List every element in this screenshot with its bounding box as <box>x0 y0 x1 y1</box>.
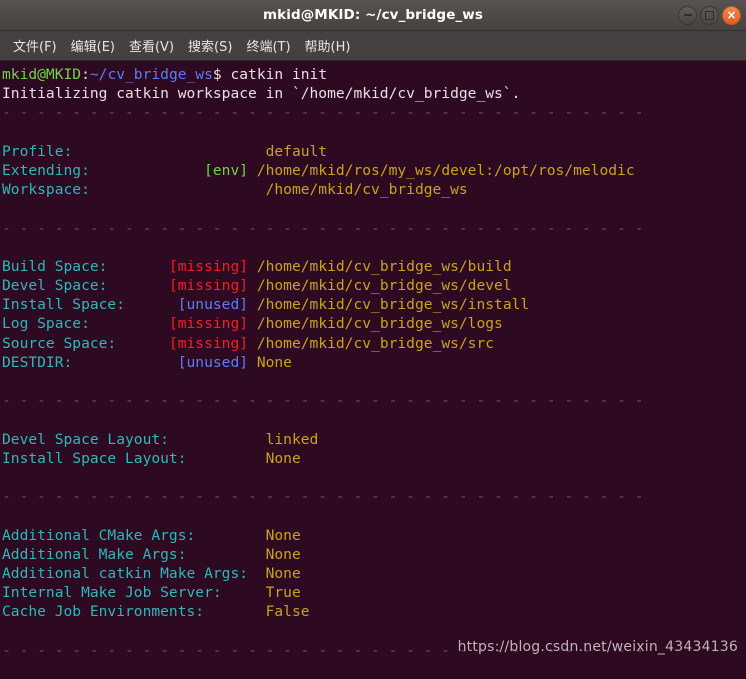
row-log-space: Log Space: [missing] /home/mkid/cv_bridg… <box>2 314 746 333</box>
window-controls: × <box>678 0 741 30</box>
row-status: [unused] <box>177 353 257 371</box>
row-label: DESTDIR: <box>2 353 178 371</box>
maximize-icon <box>705 10 714 20</box>
row-workspace: Workspace: /home/mkid/cv_bridge_ws <box>2 180 746 199</box>
window-titlebar: mkid@MKID: ~/cv_bridge_ws × <box>0 0 746 31</box>
row-build-space: Build Space: [missing] /home/mkid/cv_bri… <box>2 257 746 276</box>
spaces-section: Build Space: [missing] /home/mkid/cv_bri… <box>2 257 746 372</box>
row-value: /home/mkid/cv_bridge_ws/build <box>256 257 512 275</box>
row-additional-cmake-args: Additional CMake Args: None <box>2 526 746 545</box>
row-install-space-layout: Install Space Layout: None <box>2 449 746 468</box>
row-label: Workspace: <box>2 181 266 199</box>
row-label: Install Space Layout: <box>2 449 266 467</box>
row-cache-job-environments: Cache Job Environments: False <box>2 602 746 621</box>
row-label: Build Space: <box>2 257 169 275</box>
separator-3: - - - - - - - - - - - - - - - - - - - - … <box>2 392 644 410</box>
profile-section: Profile: default Extending: [env] /home/… <box>2 142 746 200</box>
row-install-space: Install Space: [unused] /home/mkid/cv_br… <box>2 295 746 314</box>
row-value: linked <box>265 430 319 448</box>
watermark-text: https://blog.csdn.net/weixin_43434136 <box>457 639 738 655</box>
row-label: Install Space: <box>2 296 178 314</box>
row-value: None <box>265 449 301 467</box>
row-value: /home/mkid/cv_bridge_ws/devel <box>256 277 512 295</box>
args-section: Additional CMake Args: None Additional M… <box>2 526 746 622</box>
row-value: None <box>265 564 301 582</box>
prompt-path: ~/cv_bridge_ws <box>89 66 213 83</box>
row-value: False <box>265 603 310 621</box>
menu-item-terminal[interactable]: 终端(T) <box>239 34 297 57</box>
row-value: None <box>265 526 301 544</box>
row-label: Profile: <box>2 142 266 160</box>
row-additional-catkin-make-args: Additional catkin Make Args: None <box>2 564 746 583</box>
row-value: /home/mkid/cv_bridge_ws/logs <box>256 315 503 333</box>
row-profile: Profile: default <box>2 142 746 161</box>
row-value: default <box>265 142 328 160</box>
row-label: Internal Make Job Server: <box>2 584 266 602</box>
row-value: /home/mkid/ros/my_ws/devel:/opt/ros/melo… <box>256 161 635 179</box>
row-label: Devel Space Layout: <box>2 430 266 448</box>
menu-item-help[interactable]: 帮助(H) <box>298 34 358 57</box>
row-status: [missing] <box>168 277 257 295</box>
window-title: mkid@MKID: ~/cv_bridge_ws <box>262 7 484 23</box>
menu-item-edit[interactable]: 编辑(E) <box>64 34 122 57</box>
row-value: /home/mkid/cv_bridge_ws/src <box>256 334 495 352</box>
close-icon: × <box>726 8 737 22</box>
row-label: Devel Space: <box>2 277 169 295</box>
terminal-prompt-line: mkid@MKID:~/cv_bridge_ws$ catkin init <box>2 65 746 84</box>
menu-item-view[interactable]: 查看(V) <box>122 34 181 57</box>
row-additional-make-args: Additional Make Args: None <box>2 545 746 564</box>
row-value: None <box>265 545 301 563</box>
maximize-button[interactable] <box>700 5 719 25</box>
menu-item-search[interactable]: 搜索(S) <box>181 34 239 57</box>
row-internal-make-job-server: Internal Make Job Server: True <box>2 583 746 602</box>
row-value: /home/mkid/cv_bridge_ws/install <box>256 296 530 314</box>
minimize-button[interactable] <box>678 5 697 25</box>
prompt-dollar: $ <box>212 66 231 83</box>
row-label: Extending: <box>2 161 205 179</box>
row-status: [missing] <box>168 334 257 352</box>
row-label: Log Space: <box>2 315 169 333</box>
row-label: Cache Job Environments: <box>2 603 266 621</box>
layout-section: Devel Space Layout: linked Install Space… <box>2 430 746 468</box>
terminal-output-area[interactable]: mkid@MKID:~/cv_bridge_ws$ catkin init In… <box>0 61 746 679</box>
prompt-colon: : <box>81 66 90 83</box>
separator-4: - - - - - - - - - - - - - - - - - - - - … <box>2 488 644 506</box>
prompt-user-host: mkid@MKID <box>2 66 82 83</box>
row-extending: Extending: [env] /home/mkid/ros/my_ws/de… <box>2 161 746 180</box>
row-label: Additional Make Args: <box>2 545 266 563</box>
row-status: [env] <box>204 161 257 179</box>
minimize-icon <box>683 14 692 16</box>
row-status: [unused] <box>177 296 257 314</box>
row-value: True <box>265 584 301 602</box>
row-value: None <box>256 353 292 371</box>
menu-item-file[interactable]: 文件(F) <box>6 34 64 57</box>
row-destdir: DESTDIR: [unused] None <box>2 353 746 372</box>
row-devel-space: Devel Space: [missing] /home/mkid/cv_bri… <box>2 276 746 295</box>
row-status: [missing] <box>168 257 257 275</box>
row-label: Additional CMake Args: <box>2 526 266 544</box>
separator-2: - - - - - - - - - - - - - - - - - - - - … <box>2 219 644 237</box>
menubar: 文件(F) 编辑(E) 查看(V) 搜索(S) 终端(T) 帮助(H) <box>0 31 746 61</box>
row-value: /home/mkid/cv_bridge_ws <box>265 181 468 199</box>
row-source-space: Source Space: [missing] /home/mkid/cv_br… <box>2 334 746 353</box>
row-label: Additional catkin Make Args: <box>2 564 266 582</box>
close-button[interactable]: × <box>722 5 741 25</box>
row-label: Source Space: <box>2 334 169 352</box>
init-message: Initializing catkin workspace in `/home/… <box>2 85 521 103</box>
row-status: [missing] <box>168 315 257 333</box>
terminal-command: catkin init <box>230 66 328 83</box>
row-devel-space-layout: Devel Space Layout: linked <box>2 430 746 449</box>
separator-1: - - - - - - - - - - - - - - - - - - - - … <box>2 104 644 122</box>
